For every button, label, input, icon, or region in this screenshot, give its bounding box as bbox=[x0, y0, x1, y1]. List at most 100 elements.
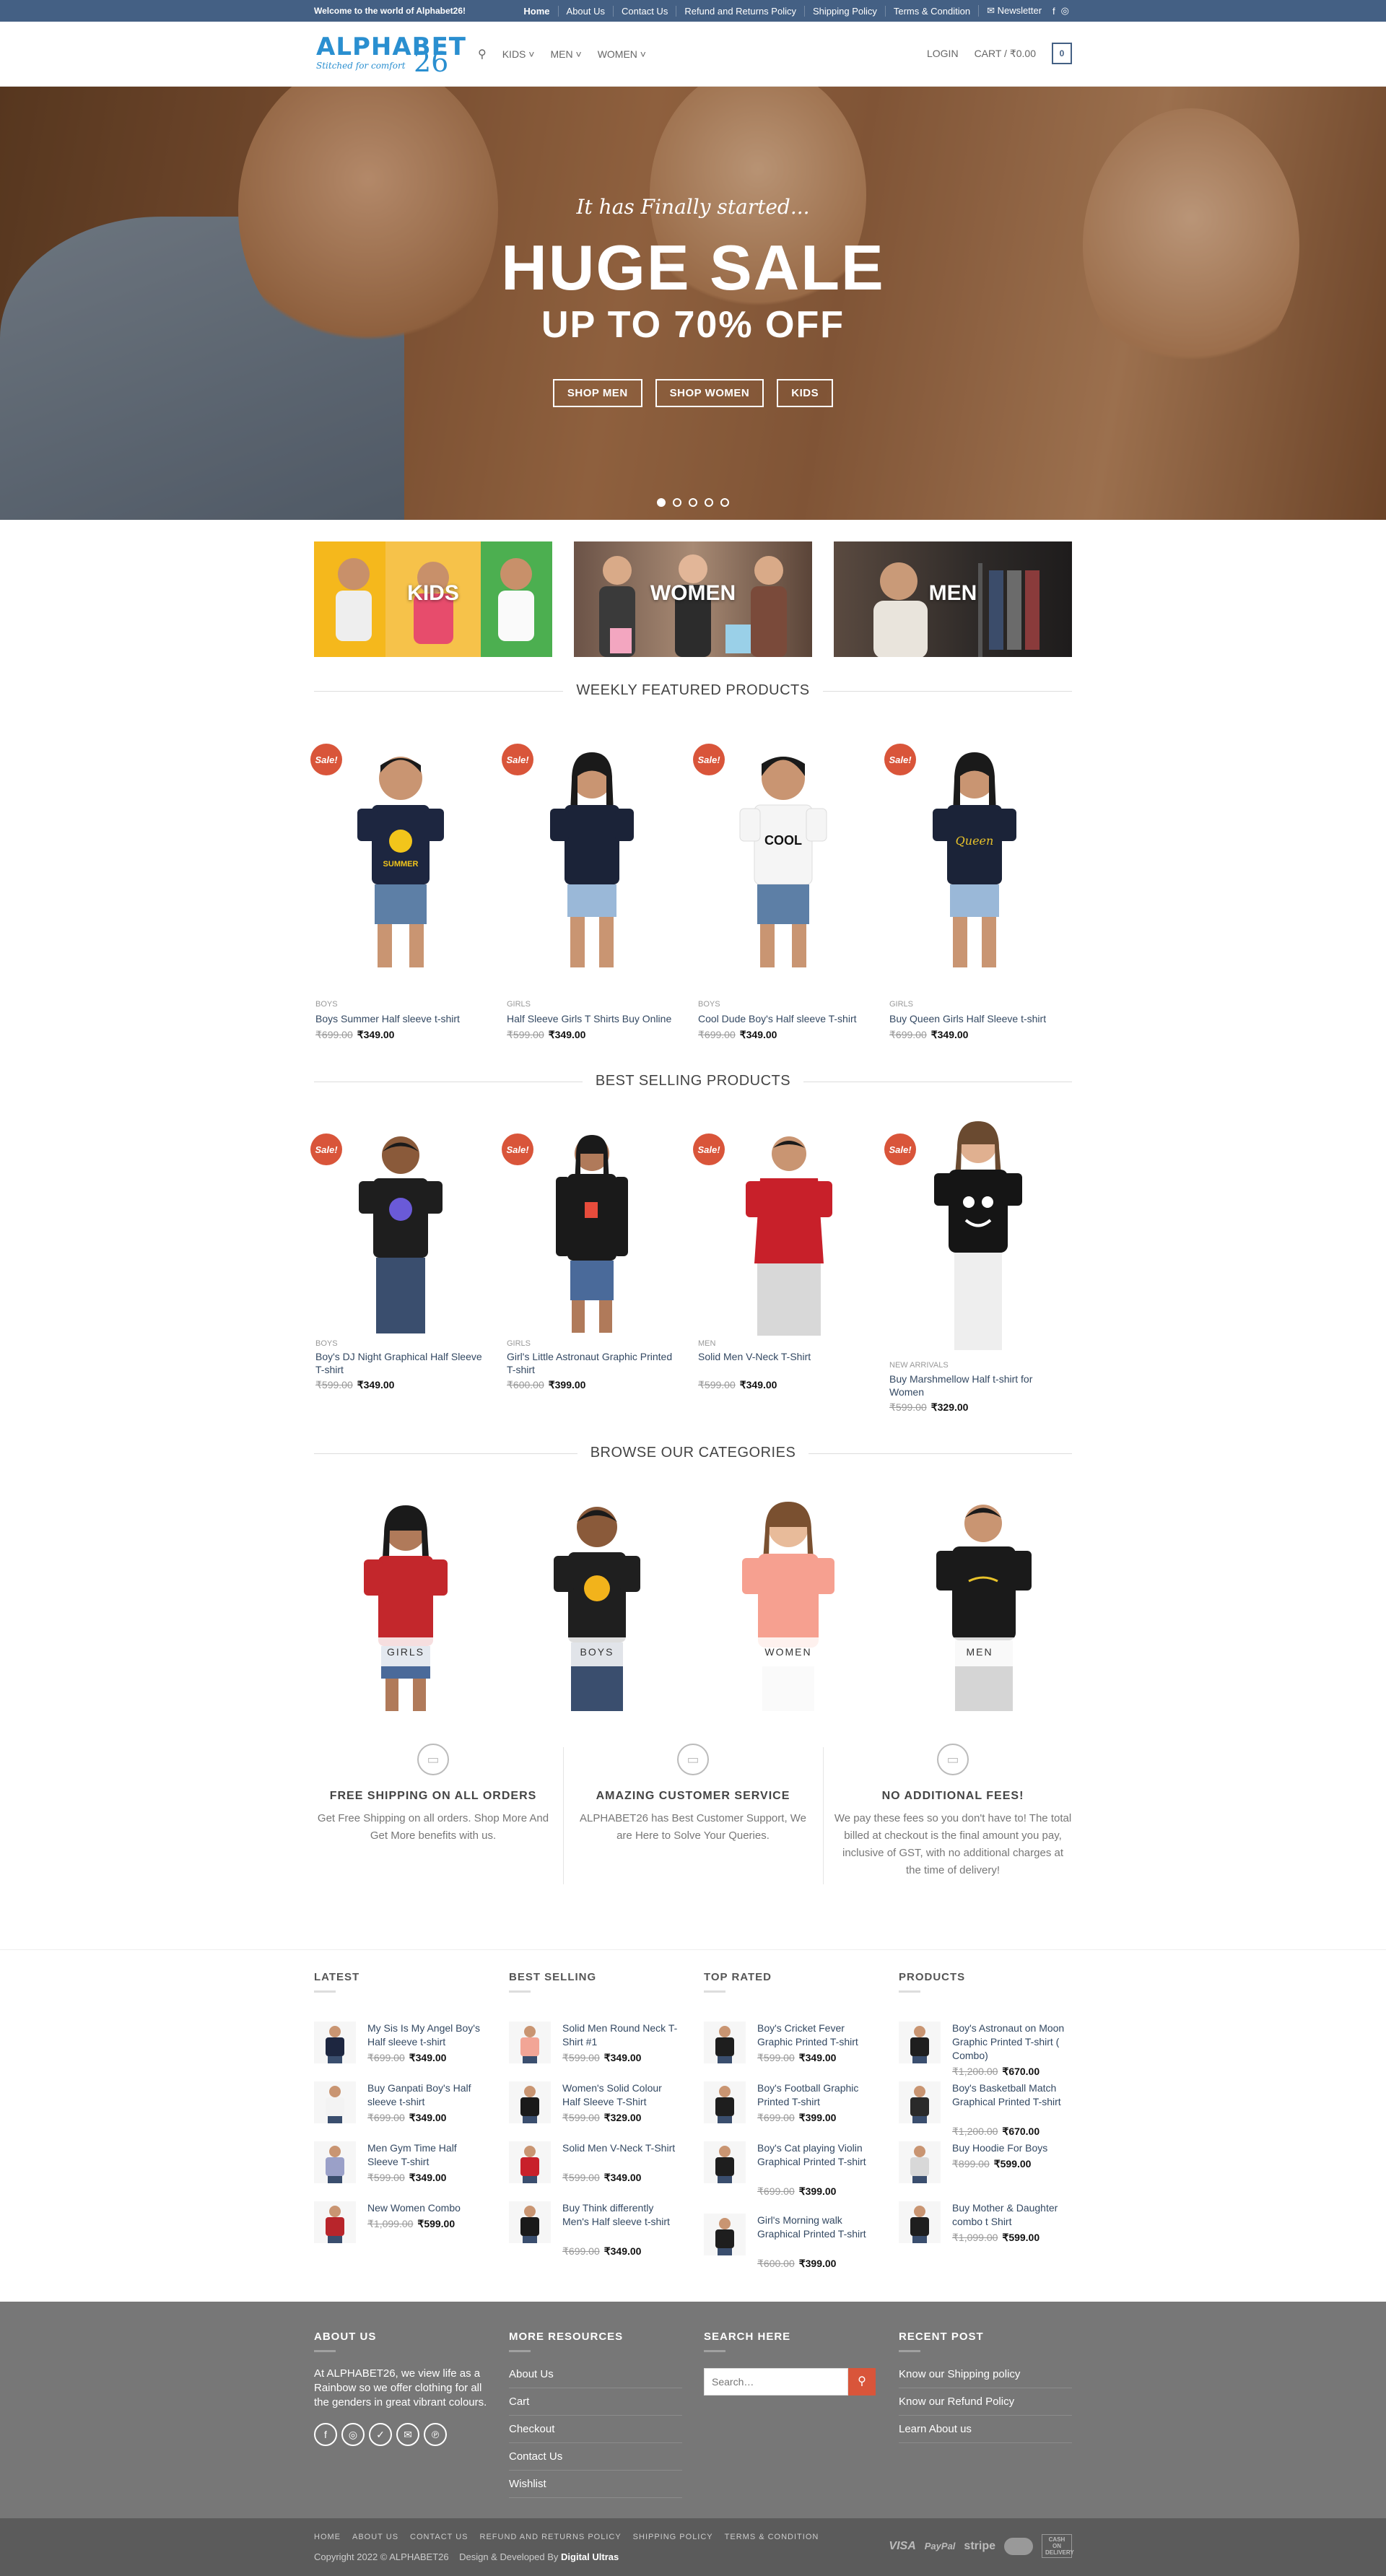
product-thumbnail[interactable] bbox=[509, 2201, 551, 2243]
facebook-icon[interactable]: f bbox=[1050, 6, 1058, 17]
widget-product-name[interactable]: Boy's Astronaut on Moon Graphic Printed … bbox=[952, 2022, 1072, 2063]
widget-product-name[interactable]: Women's Solid Colour Half Sleeve T-Shirt bbox=[562, 2081, 682, 2109]
nav-kids[interactable]: KIDS ˅ bbox=[502, 48, 535, 60]
instagram-icon[interactable]: ◎ bbox=[1058, 5, 1072, 17]
shop-women-button[interactable]: SHOP WOMEN bbox=[655, 379, 764, 407]
widget-product-name[interactable]: Solid Men V-Neck T-Shirt bbox=[562, 2141, 682, 2155]
product-name[interactable]: Half Sleeve Girls T Shirts Buy Online bbox=[507, 1012, 679, 1025]
slider-dot-3[interactable] bbox=[689, 498, 697, 507]
men-banner[interactable]: MEN bbox=[834, 541, 1072, 657]
product-category[interactable]: NEW ARRIVALS bbox=[889, 1361, 949, 1370]
bottom-link-about[interactable]: ABOUT US bbox=[352, 2533, 398, 2541]
widget-product-name[interactable]: Buy Hoodie For Boys bbox=[952, 2141, 1072, 2155]
slider-dot-2[interactable] bbox=[673, 498, 681, 507]
widget-product-name[interactable]: Buy Ganpati Boy's Half sleeve t-shirt bbox=[367, 2081, 487, 2109]
bottom-link-shipping[interactable]: SHIPPING POLICY bbox=[633, 2533, 713, 2541]
recent-post-about[interactable]: Learn About us bbox=[899, 2416, 1072, 2443]
product-image[interactable] bbox=[505, 1133, 679, 1379]
category-tile-men[interactable]: MEN bbox=[893, 1494, 1066, 1711]
kids-button[interactable]: KIDS bbox=[777, 379, 834, 407]
footer-link-about[interactable]: About Us bbox=[509, 2361, 682, 2388]
twitter-icon[interactable]: ✓ bbox=[369, 2423, 392, 2446]
product-category[interactable]: GIRLS bbox=[507, 1339, 531, 1348]
product-image[interactable] bbox=[505, 744, 679, 989]
product-thumbnail[interactable] bbox=[899, 2022, 941, 2063]
women-banner[interactable]: WOMEN bbox=[574, 541, 812, 657]
footer-link-cart[interactable]: Cart bbox=[509, 2388, 682, 2416]
top-link-terms[interactable]: Terms & Condition bbox=[884, 5, 978, 17]
recent-post-refund[interactable]: Know our Refund Policy bbox=[899, 2388, 1072, 2416]
kids-banner[interactable]: KIDS bbox=[314, 541, 552, 657]
top-link-refund[interactable]: Refund and Returns Policy bbox=[676, 5, 804, 17]
product-category[interactable]: BOYS bbox=[315, 1339, 338, 1348]
category-tile-boys[interactable]: BOYS bbox=[510, 1494, 684, 1711]
search-icon[interactable]: ⚲ bbox=[848, 2368, 876, 2396]
widget-product-name[interactable]: Boy's Basketball Match Graphical Printed… bbox=[952, 2081, 1072, 2109]
product-thumbnail[interactable] bbox=[314, 2141, 356, 2183]
bottom-link-home[interactable]: HOME bbox=[314, 2533, 341, 2541]
product-name[interactable]: Buy Marshmellow Half t-shirt for Women bbox=[889, 1372, 1061, 1398]
instagram-icon[interactable]: ◎ bbox=[341, 2423, 365, 2446]
category-tile-girls[interactable]: GIRLS bbox=[319, 1494, 492, 1711]
footer-search-input[interactable] bbox=[704, 2368, 848, 2396]
product-thumbnail[interactable] bbox=[509, 2141, 551, 2183]
search-icon[interactable]: ⚲ bbox=[478, 47, 487, 61]
widget-product-name[interactable]: Buy Mother & Daughter combo t Shirt bbox=[952, 2201, 1072, 2229]
product-name[interactable]: Boys Summer Half sleeve t-shirt bbox=[315, 1012, 487, 1025]
widget-product-name[interactable]: Boy's Football Graphic Printed T-shirt bbox=[757, 2081, 877, 2109]
cart-link[interactable]: CART / ₹0.00 bbox=[975, 48, 1036, 60]
footer-link-checkout[interactable]: Checkout bbox=[509, 2416, 682, 2443]
credit-link[interactable]: Digital Ultras bbox=[561, 2551, 619, 2562]
bottom-link-contact[interactable]: CONTACT US bbox=[410, 2533, 468, 2541]
top-link-home[interactable]: Home bbox=[515, 6, 557, 17]
product-thumbnail[interactable] bbox=[314, 2081, 356, 2123]
slider-dot-5[interactable] bbox=[720, 498, 729, 507]
product-name[interactable]: Buy Queen Girls Half Sleeve t-shirt bbox=[889, 1012, 1061, 1025]
nav-men[interactable]: MEN ˅ bbox=[550, 48, 581, 60]
product-thumbnail[interactable] bbox=[704, 2081, 746, 2123]
product-image[interactable]: Queen bbox=[888, 744, 1061, 989]
product-image[interactable] bbox=[314, 1133, 487, 1379]
widget-product-name[interactable]: Men Gym Time Half Sleeve T-shirt bbox=[367, 2141, 487, 2169]
facebook-icon[interactable]: f bbox=[314, 2423, 337, 2446]
widget-product-name[interactable]: Girl's Morning walk Graphical Printed T-… bbox=[757, 2214, 877, 2241]
product-name[interactable]: Cool Dude Boy's Half sleeve T-shirt bbox=[698, 1012, 870, 1025]
top-link-about[interactable]: About Us bbox=[557, 5, 613, 17]
product-category[interactable]: GIRLS bbox=[507, 1000, 531, 1009]
slider-dot-1[interactable] bbox=[657, 498, 666, 507]
widget-product-name[interactable]: My Sis Is My Angel Boy's Half sleeve t-s… bbox=[367, 2022, 487, 2049]
top-link-contact[interactable]: Contact Us bbox=[613, 5, 676, 17]
footer-link-wishlist[interactable]: Wishlist bbox=[509, 2471, 682, 2498]
product-image[interactable]: COOL bbox=[697, 744, 870, 989]
login-link[interactable]: LOGIN bbox=[927, 48, 959, 59]
product-category[interactable]: MEN bbox=[698, 1339, 715, 1348]
product-thumbnail[interactable] bbox=[509, 2081, 551, 2123]
product-name[interactable]: Solid Men V-Neck T-Shirt bbox=[698, 1350, 870, 1363]
widget-product-name[interactable]: Boy's Cat playing Violin Graphical Print… bbox=[757, 2141, 877, 2169]
product-thumbnail[interactable] bbox=[314, 2022, 356, 2063]
product-thumbnail[interactable] bbox=[899, 2081, 941, 2123]
slider-dot-4[interactable] bbox=[705, 498, 713, 507]
bottom-link-refund[interactable]: REFUND AND RETURNS POLICY bbox=[480, 2533, 622, 2541]
product-category[interactable]: BOYS bbox=[315, 1000, 338, 1009]
widget-product-name[interactable]: Buy Think differently Men's Half sleeve … bbox=[562, 2201, 682, 2229]
shop-men-button[interactable]: SHOP MEN bbox=[552, 379, 642, 407]
product-thumbnail[interactable] bbox=[704, 2022, 746, 2063]
product-category[interactable]: GIRLS bbox=[889, 1000, 913, 1009]
widget-product-name[interactable]: New Women Combo bbox=[367, 2201, 487, 2215]
footer-link-contact[interactable]: Contact Us bbox=[509, 2443, 682, 2471]
product-thumbnail[interactable] bbox=[704, 2214, 746, 2255]
product-name[interactable]: Boy's DJ Night Graphical Half Sleeve T-s… bbox=[315, 1350, 487, 1376]
product-image[interactable] bbox=[697, 1133, 870, 1379]
product-thumbnail[interactable] bbox=[509, 2022, 551, 2063]
recent-post-shipping[interactable]: Know our Shipping policy bbox=[899, 2361, 1072, 2388]
nav-women[interactable]: WOMEN ˅ bbox=[598, 48, 646, 60]
widget-product-name[interactable]: Boy's Cricket Fever Graphic Printed T-sh… bbox=[757, 2022, 877, 2049]
cart-icon[interactable]: 0 bbox=[1052, 43, 1072, 64]
site-logo[interactable]: ALPHABET Stitched for comfort 26 bbox=[316, 35, 466, 78]
bottom-link-terms[interactable]: TERMS & CONDITION bbox=[725, 2533, 819, 2541]
category-tile-women[interactable]: WOMEN bbox=[702, 1494, 875, 1711]
widget-product-name[interactable]: Solid Men Round Neck T-Shirt #1 bbox=[562, 2022, 682, 2049]
product-thumbnail[interactable] bbox=[704, 2141, 746, 2183]
product-thumbnail[interactable] bbox=[899, 2141, 941, 2183]
